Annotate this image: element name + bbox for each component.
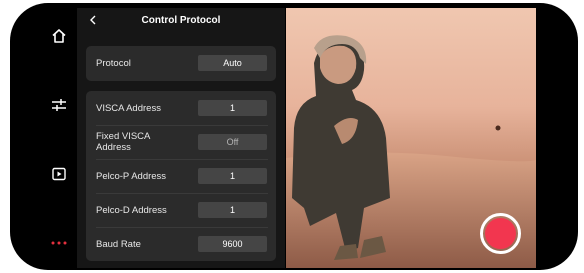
pelco-d-address-value[interactable]: 1 — [198, 202, 267, 218]
settings-panel: Control Protocol Protocol Auto VISCA Add… — [77, 8, 285, 268]
fixed-visca-address-row[interactable]: Fixed VISCA Address Off — [86, 125, 276, 159]
pelco-p-address-row[interactable]: Pelco-P Address 1 — [86, 159, 276, 193]
device-frame: Control Protocol Protocol Auto VISCA Add… — [10, 3, 578, 270]
baud-rate-label: Baud Rate — [96, 238, 141, 250]
pelco-d-address-label: Pelco-D Address — [96, 204, 167, 216]
settings-sliders-icon — [52, 99, 66, 111]
record-icon — [485, 218, 516, 249]
protocol-card: Protocol Auto — [86, 46, 276, 81]
more-button[interactable] — [48, 232, 70, 254]
playback-button[interactable] — [48, 163, 70, 185]
pelco-p-address-label: Pelco-P Address — [96, 170, 167, 182]
address-card: VISCA Address 1 Fixed VISCA Address Off … — [86, 91, 276, 261]
baud-rate-row[interactable]: Baud Rate 9600 — [86, 227, 276, 261]
playback-icon — [52, 167, 66, 181]
page-title: Control Protocol — [141, 14, 221, 26]
visca-address-label: VISCA Address — [96, 102, 161, 114]
visca-address-value[interactable]: 1 — [198, 100, 267, 116]
chevron-left-icon — [90, 15, 96, 25]
more-icon — [51, 241, 67, 245]
panel-header: Control Protocol — [77, 8, 285, 32]
pelco-d-address-row[interactable]: Pelco-D Address 1 — [86, 193, 276, 227]
record-button[interactable] — [480, 213, 521, 254]
back-button[interactable] — [86, 13, 100, 27]
protocol-label: Protocol — [96, 58, 131, 69]
protocol-value[interactable]: Auto — [198, 55, 267, 71]
left-rail — [10, 3, 77, 270]
home-icon — [52, 29, 66, 43]
baud-rate-value[interactable]: 9600 — [198, 236, 267, 252]
fixed-visca-address-value[interactable]: Off — [198, 134, 267, 150]
visca-address-row[interactable]: VISCA Address 1 — [86, 91, 276, 125]
fixed-visca-address-label: Fixed VISCA Address — [96, 131, 150, 153]
settings-button[interactable] — [48, 94, 70, 116]
home-button[interactable] — [48, 25, 70, 47]
protocol-row[interactable]: Protocol Auto — [86, 46, 276, 81]
pelco-p-address-value[interactable]: 1 — [198, 168, 267, 184]
